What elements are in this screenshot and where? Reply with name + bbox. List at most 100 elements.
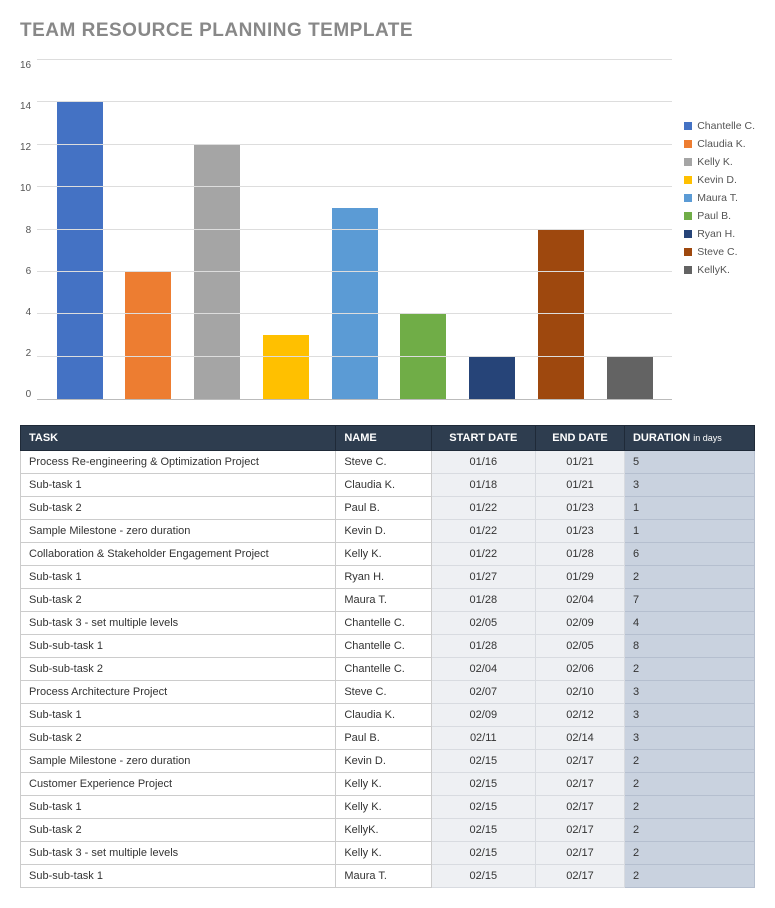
legend-swatch xyxy=(684,140,692,148)
table-row: Customer Experience ProjectKelly K.02/15… xyxy=(21,773,755,796)
table-row: Sample Milestone - zero durationKevin D.… xyxy=(21,520,755,543)
cell-duration: 6 xyxy=(624,543,754,566)
legend-swatch xyxy=(684,266,692,274)
cell-start: 02/15 xyxy=(431,842,535,865)
col-task: TASK xyxy=(21,426,336,451)
table-row: Sub-task 1Ryan H.01/2701/292 xyxy=(21,566,755,589)
cell-start: 01/28 xyxy=(431,635,535,658)
col-duration-label: DURATION xyxy=(633,432,690,444)
chart-bar xyxy=(125,272,171,399)
legend-label: Claudia K. xyxy=(697,138,745,150)
cell-end: 02/17 xyxy=(536,750,625,773)
cell-name: Steve C. xyxy=(336,681,431,704)
cell-task: Sub-task 2 xyxy=(21,589,336,612)
cell-start: 02/05 xyxy=(431,612,535,635)
legend-item: Steve C. xyxy=(684,246,755,258)
cell-duration: 2 xyxy=(624,750,754,773)
chart-bar xyxy=(332,208,378,399)
legend-label: Maura T. xyxy=(697,192,738,204)
legend-item: Claudia K. xyxy=(684,138,755,150)
cell-start: 02/07 xyxy=(431,681,535,704)
cell-duration: 2 xyxy=(624,658,754,681)
y-axis: 1614121086420 xyxy=(20,60,37,400)
gridline xyxy=(37,144,672,145)
cell-task: Customer Experience Project xyxy=(21,773,336,796)
cell-name: Ryan H. xyxy=(336,566,431,589)
cell-start: 02/15 xyxy=(431,796,535,819)
legend-swatch xyxy=(684,212,692,220)
table-row: Collaboration & Stakeholder Engagement P… xyxy=(21,543,755,566)
legend-label: Paul B. xyxy=(697,210,731,222)
cell-start: 01/22 xyxy=(431,497,535,520)
table-row: Sub-task 2KellyK.02/1502/172 xyxy=(21,819,755,842)
chart-plot xyxy=(37,60,672,400)
table-row: Sub-sub-task 2Chantelle C.02/0402/062 xyxy=(21,658,755,681)
cell-duration: 3 xyxy=(624,681,754,704)
cell-name: Chantelle C. xyxy=(336,612,431,635)
cell-start: 02/09 xyxy=(431,704,535,727)
cell-task: Sample Milestone - zero duration xyxy=(21,520,336,543)
gridline xyxy=(37,229,672,230)
cell-duration: 2 xyxy=(624,865,754,888)
gridline xyxy=(37,356,672,357)
cell-task: Sub-task 1 xyxy=(21,704,336,727)
chart-bar xyxy=(194,145,240,399)
cell-name: Claudia K. xyxy=(336,474,431,497)
legend-item: Paul B. xyxy=(684,210,755,222)
cell-task: Sub-sub-task 1 xyxy=(21,635,336,658)
cell-end: 01/21 xyxy=(536,474,625,497)
cell-end: 02/09 xyxy=(536,612,625,635)
legend-item: KellyK. xyxy=(684,264,755,276)
cell-task: Sub-task 1 xyxy=(21,566,336,589)
cell-duration: 1 xyxy=(624,497,754,520)
gridline xyxy=(37,59,672,60)
cell-name: Kelly K. xyxy=(336,543,431,566)
y-tick: 16 xyxy=(20,60,31,71)
y-tick: 4 xyxy=(26,307,32,318)
cell-task: Collaboration & Stakeholder Engagement P… xyxy=(21,543,336,566)
chart-bar xyxy=(538,230,584,400)
page-title: TEAM RESOURCE PLANNING TEMPLATE xyxy=(20,20,755,42)
cell-task: Sub-task 1 xyxy=(21,474,336,497)
cell-end: 01/28 xyxy=(536,543,625,566)
gridline xyxy=(37,271,672,272)
cell-start: 01/22 xyxy=(431,520,535,543)
legend-label: Kevin D. xyxy=(697,174,737,186)
legend-item: Chantelle C. xyxy=(684,120,755,132)
chart-legend: Chantelle C. Claudia K. Kelly K. Kevin D. Ma… xyxy=(684,120,755,282)
table-body: Process Re-engineering & Optimization Pr… xyxy=(21,451,755,888)
y-tick: 12 xyxy=(20,142,31,153)
cell-duration: 1 xyxy=(624,520,754,543)
legend-swatch xyxy=(684,176,692,184)
cell-task: Process Architecture Project xyxy=(21,681,336,704)
cell-end: 01/23 xyxy=(536,497,625,520)
col-end: END DATE xyxy=(536,426,625,451)
y-tick: 6 xyxy=(26,266,32,277)
cell-end: 02/12 xyxy=(536,704,625,727)
y-tick: 10 xyxy=(20,183,31,194)
cell-name: Chantelle C. xyxy=(336,658,431,681)
cell-task: Sub-task 2 xyxy=(21,727,336,750)
table-row: Sub-sub-task 1Chantelle C.01/2802/058 xyxy=(21,635,755,658)
col-duration: DURATION in days xyxy=(624,426,754,451)
cell-name: Maura T. xyxy=(336,589,431,612)
legend-swatch xyxy=(684,194,692,202)
cell-name: Kelly K. xyxy=(336,796,431,819)
cell-name: Maura T. xyxy=(336,865,431,888)
cell-end: 01/21 xyxy=(536,451,625,474)
task-table: TASK NAME START DATE END DATE DURATION i… xyxy=(20,425,755,888)
y-tick: 8 xyxy=(26,225,32,236)
chart-bars xyxy=(37,60,672,399)
cell-name: KellyK. xyxy=(336,819,431,842)
cell-name: Kevin D. xyxy=(336,520,431,543)
legend-label: Kelly K. xyxy=(697,156,733,168)
chart-body: 1614121086420 xyxy=(20,60,672,400)
legend-item: Ryan H. xyxy=(684,228,755,240)
chart-container: 1614121086420 Chantelle C.Claudia K.Kell… xyxy=(20,60,755,400)
cell-duration: 3 xyxy=(624,704,754,727)
cell-duration: 3 xyxy=(624,727,754,750)
chart-bar xyxy=(400,314,446,399)
cell-task: Sub-task 3 - set multiple levels xyxy=(21,842,336,865)
cell-name: Claudia K. xyxy=(336,704,431,727)
cell-name: Kevin D. xyxy=(336,750,431,773)
